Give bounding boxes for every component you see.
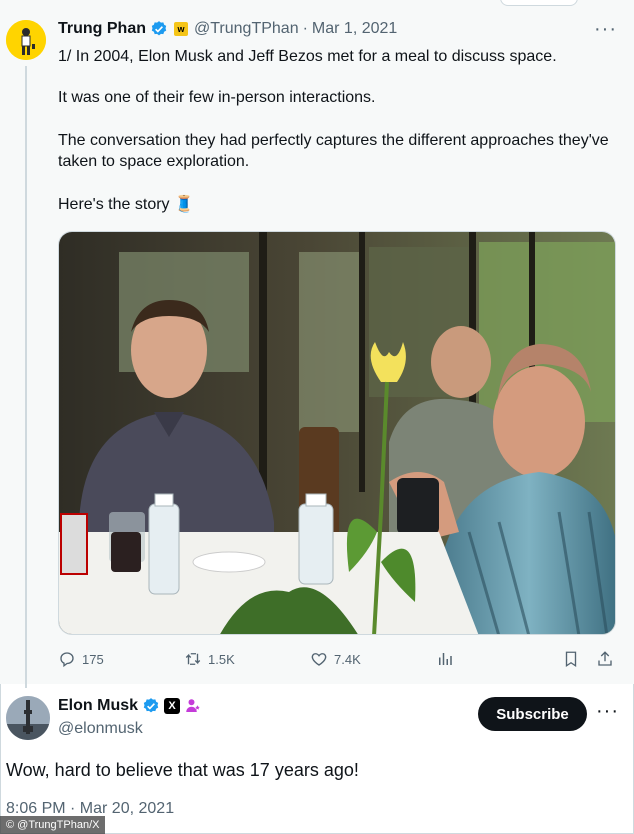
like-icon xyxy=(311,653,327,666)
subscribe-button[interactable]: Subscribe xyxy=(478,697,587,731)
repost-action[interactable]: 1.5K xyxy=(184,650,235,668)
repost-count: 1.5K xyxy=(208,651,235,667)
tweet-actions: 175 1.5K 7.4K xyxy=(58,650,618,672)
trung-phan-avatar[interactable] xyxy=(6,20,46,60)
bookmark-icon xyxy=(565,651,577,668)
like-action[interactable]: 7.4K xyxy=(310,650,361,668)
reply-icon xyxy=(60,652,74,668)
reply-text: Wow, hard to believe that was 17 years a… xyxy=(6,760,359,780)
bookmark-action[interactable] xyxy=(562,650,580,668)
views-icon xyxy=(439,653,452,665)
views-action[interactable] xyxy=(436,650,454,668)
reply-count: 175 xyxy=(82,651,104,667)
tweet-paragraph: Here's the story 🧵 xyxy=(58,196,194,213)
watermark: © @TrungTPhan/X xyxy=(0,816,106,834)
tweet-header: Trung Phan w @TrungTPhan · Mar 1, 2021 xyxy=(58,20,397,38)
reply-header: Elon Musk X xyxy=(58,697,202,715)
reply-author-handle[interactable]: @elonmusk xyxy=(58,720,143,738)
author-handle[interactable]: @TrungTPhan xyxy=(194,20,299,38)
tweet-paragraph: The conversation they had perfectly capt… xyxy=(58,132,609,170)
elon-musk-avatar[interactable] xyxy=(6,696,50,740)
tweet-paragraph: 1/ In 2004, Elon Musk and Jeff Bezos met… xyxy=(58,48,557,65)
x-logo-icon: X xyxy=(164,698,181,714)
follow-button-cut[interactable] xyxy=(500,0,578,6)
verified-badge-icon xyxy=(143,698,159,713)
more-icon[interactable]: ··· xyxy=(596,700,619,723)
like-count: 7.4K xyxy=(334,651,361,667)
thread-line xyxy=(25,66,27,688)
tweet-photo[interactable] xyxy=(58,231,616,635)
affiliate-icon xyxy=(186,699,200,712)
reply-action[interactable]: 175 xyxy=(58,650,104,668)
reply-author-name[interactable]: Elon Musk xyxy=(58,697,138,715)
verified-badge-icon xyxy=(151,21,167,36)
author-name[interactable]: Trung Phan xyxy=(58,20,146,38)
more-icon[interactable]: ··· xyxy=(594,18,617,41)
share-icon xyxy=(598,651,612,666)
tweet-paragraph: It was one of their few in-person intera… xyxy=(58,89,376,106)
tweet-date[interactable]: Mar 1, 2021 xyxy=(312,20,397,38)
tweet-text: 1/ In 2004, Elon Musk and Jeff Bezos met… xyxy=(58,46,618,237)
original-tweet[interactable]: Trung Phan w @TrungTPhan · Mar 1, 2021 ·… xyxy=(0,0,634,688)
repost-icon xyxy=(185,653,201,665)
date-separator: · xyxy=(302,20,308,37)
gold-badge-icon: w xyxy=(174,22,188,36)
share-action[interactable] xyxy=(596,650,614,668)
